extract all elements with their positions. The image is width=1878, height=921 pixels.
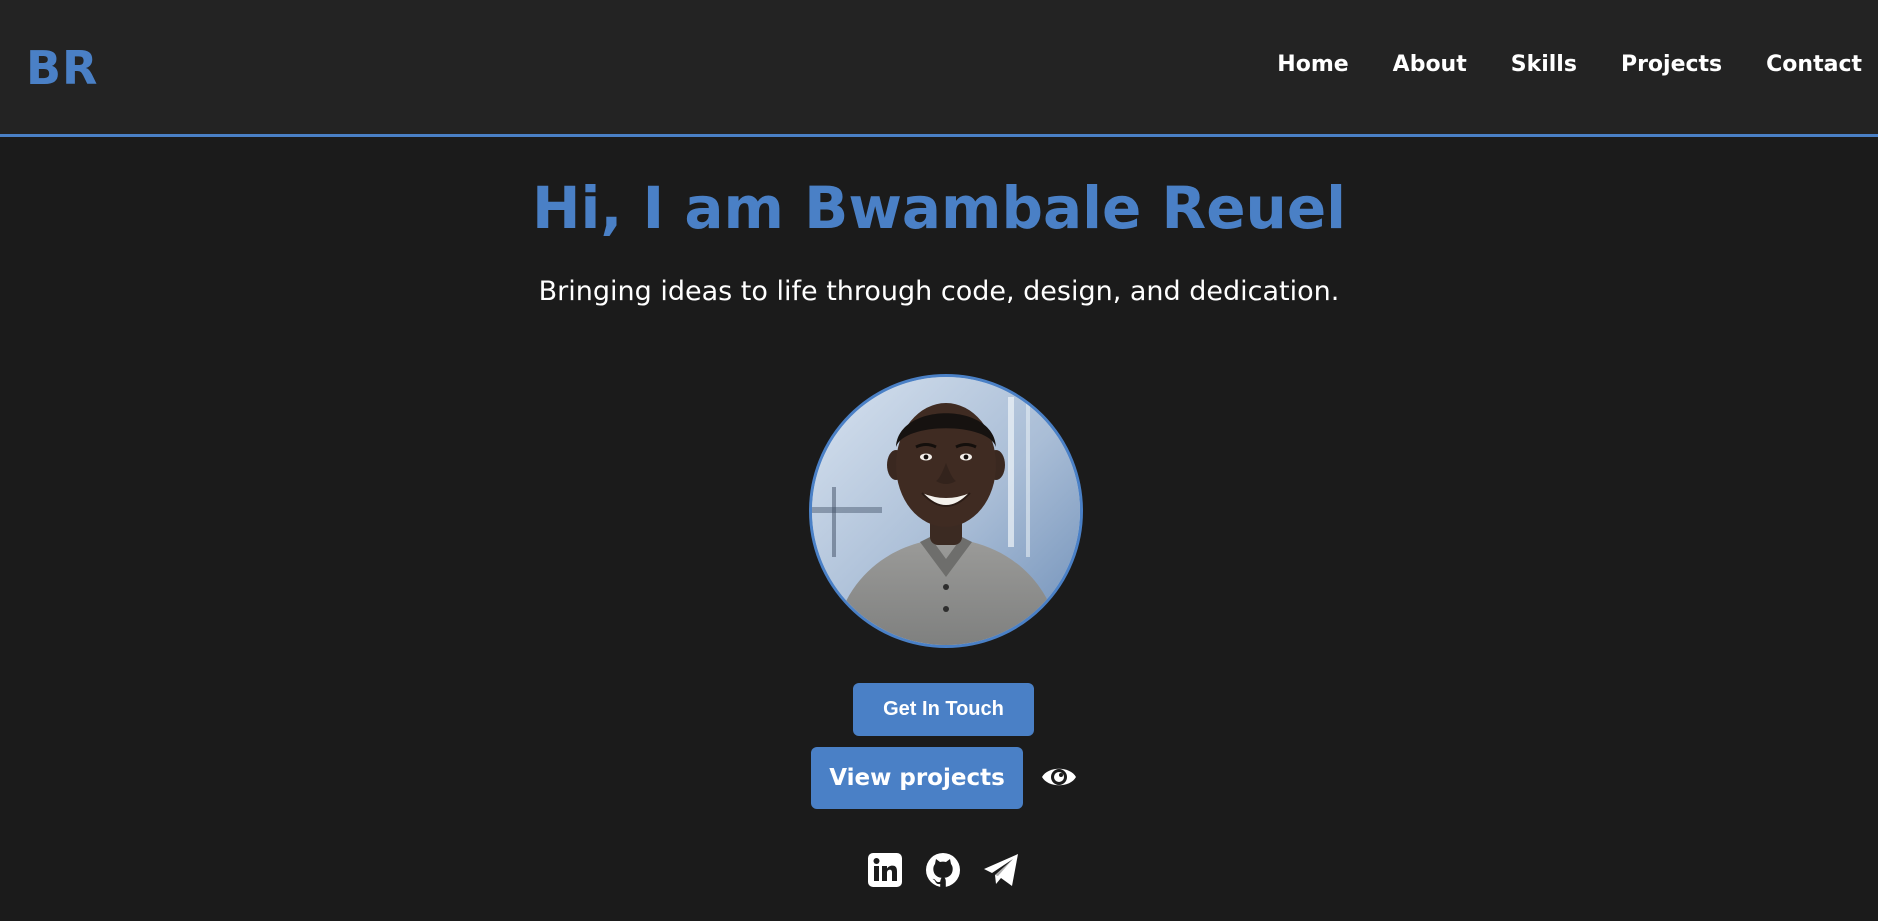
avatar [809,374,1083,648]
main-nav: Home About Skills Projects Contact [1277,48,1862,82]
linkedin-icon[interactable] [866,851,904,889]
avatar-image [812,377,1080,645]
nav-link-contact[interactable]: Contact [1766,48,1862,82]
hero-subtitle: Bringing ideas to life through code, des… [538,276,1340,307]
eye-icon[interactable] [1040,760,1078,794]
hero-title: Hi, I am Bwambale Reuel [531,174,1347,242]
view-projects-button[interactable]: View projects [811,747,1023,809]
nav-link-home[interactable]: Home [1277,48,1348,82]
get-in-touch-button[interactable]: Get In Touch [853,683,1034,736]
github-icon[interactable] [924,851,962,889]
site-header: BR Home About Skills Projects Contact [0,0,1878,137]
nav-link-projects[interactable]: Projects [1621,48,1722,82]
nav-link-about[interactable]: About [1393,48,1467,82]
logo[interactable]: BR [26,40,98,96]
social-links [866,851,1020,889]
telegram-icon[interactable] [982,851,1020,889]
nav-link-skills[interactable]: Skills [1511,48,1577,82]
